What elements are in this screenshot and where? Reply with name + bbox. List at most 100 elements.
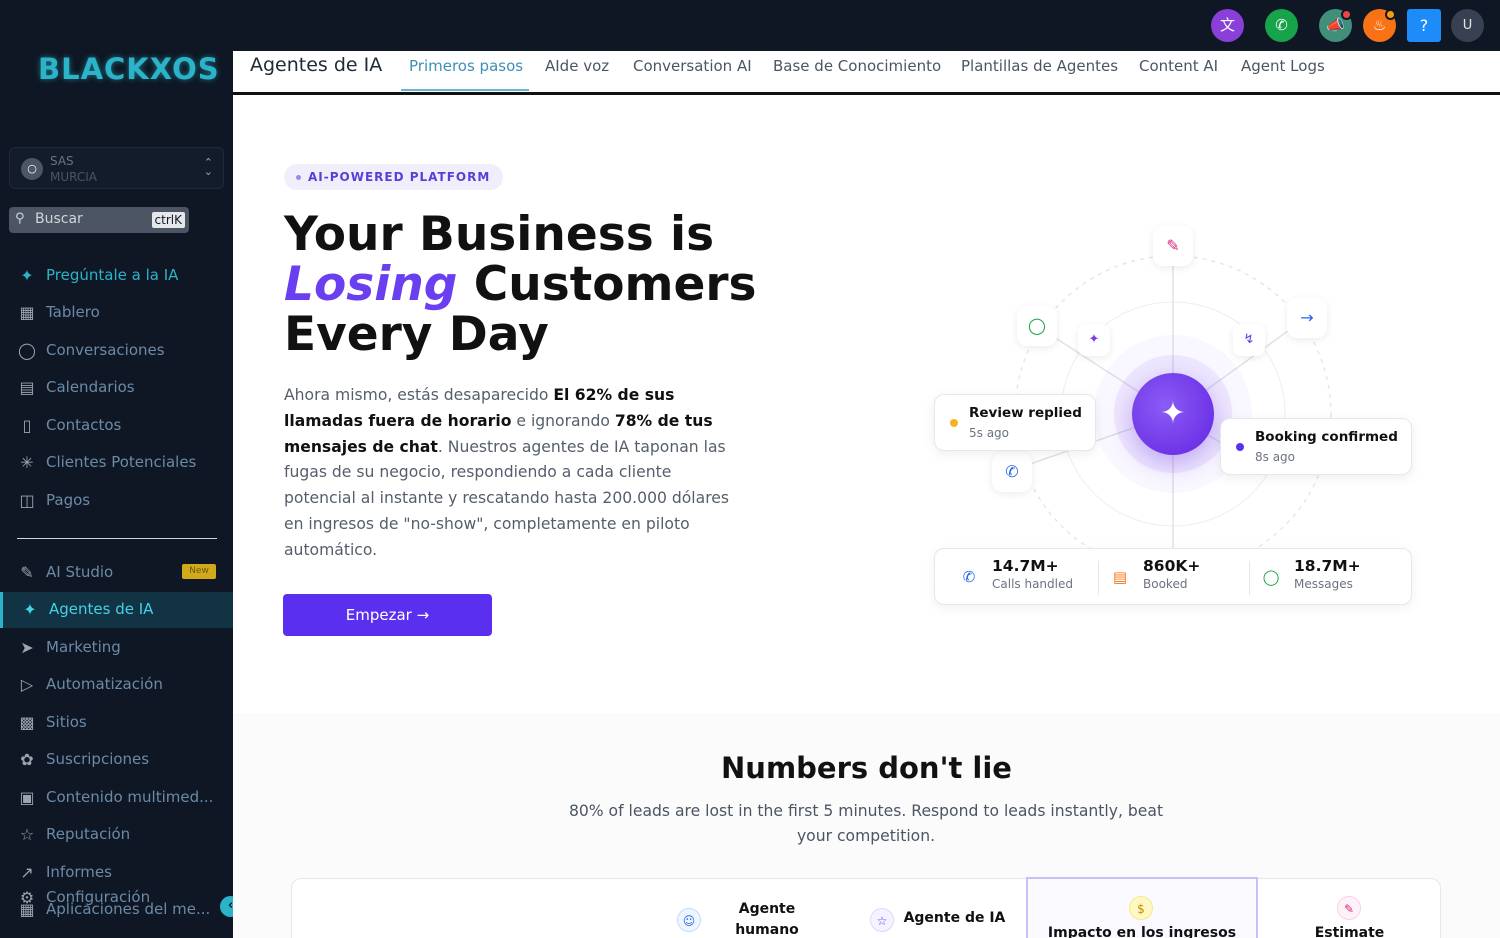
sidebar-search[interactable]: ⚲ Buscar ctrlK (9, 207, 189, 233)
sidebar-item-label: AI Studio (46, 563, 114, 581)
column-estimate: Estimate (1314, 925, 1385, 938)
sidebar-item-ask-ai[interactable]: ✦ Pregúntale a la IA (0, 258, 233, 294)
sites-icon: ▩ (19, 713, 35, 732)
tab-getting-started[interactable]: Primeros pasos (409, 57, 523, 75)
stats-bar: ✆ 14.7M+ Calls handled ▤ 860K+ Booked ◯ … (934, 548, 1412, 605)
column-human-agent: Agente humano (735, 901, 799, 938)
stat-value: 860K+ (1143, 557, 1201, 575)
trend-icon: ↗ (20, 863, 34, 882)
account-switcher[interactable]: ○ SAS MURCIA ⌃ ⌄ (9, 147, 224, 189)
agents-icon: ✦ (23, 600, 37, 619)
card-time: 5s ago (969, 426, 1010, 440)
sidebar-item-settings[interactable]: ⚙ Configuración (0, 886, 233, 907)
dollar-icon: $ (1129, 896, 1153, 920)
account-location: MURCIA (50, 170, 98, 184)
hero-title: Your Business is Losing Customers Every … (284, 210, 804, 360)
sidebar-item-payments[interactable]: ◫ Pagos (0, 483, 233, 519)
star-icon: ☆ (870, 908, 894, 932)
chevron-updown-icon: ⌃ ⌄ (203, 156, 213, 178)
help-button[interactable]: ? (1407, 9, 1441, 42)
status-dot (1236, 443, 1244, 451)
sidebar-item-label: Clientes Potenciales (46, 453, 197, 471)
sidebar-item-conversations[interactable]: ◯ Conversaciones (0, 333, 233, 369)
search-shortcut: ctrlK (151, 212, 185, 228)
tab-content-ai[interactable]: Content AI (1139, 57, 1218, 75)
platform-pill: AI-POWERED PLATFORM (284, 164, 504, 190)
sidebar: BLACKXOS ○ SAS MURCIA ⌃ ⌄ ⚲ Buscar ctrlK … (0, 0, 233, 938)
new-badge: New (182, 564, 216, 579)
active-tab-indicator (401, 89, 529, 91)
sidebar-item-leads[interactable]: ✳ Clientes Potenciales (0, 445, 233, 481)
sidebar-item-marketing[interactable]: ➤ Marketing (0, 630, 233, 666)
tab-agent-logs[interactable]: Agent Logs (1241, 57, 1325, 75)
stat-divider (1249, 561, 1250, 595)
automation-icon: ▷ (20, 675, 34, 694)
sidebar-item-calendars[interactable]: ▤ Calendarios (0, 370, 233, 406)
numbers-title: Numbers don't lie (721, 751, 1012, 785)
hero-text: Ahora mismo, estás desaparecido (284, 386, 554, 404)
status-dot (950, 419, 958, 427)
sidebar-item-sites[interactable]: ▩ Sitios (0, 705, 233, 741)
notification-dot (1385, 9, 1396, 20)
account-avatar-icon: ○ (21, 158, 43, 180)
user-avatar[interactable]: U (1451, 9, 1484, 42)
sidebar-item-automation[interactable]: ▷ Automatización (0, 667, 233, 703)
help-icon: ? (1419, 16, 1429, 35)
sidebar-item-ai-agents[interactable]: ✦ Agentes de IA (0, 592, 233, 628)
announcement-dot (1341, 9, 1352, 20)
phone-button[interactable]: ✆ (1265, 9, 1298, 42)
calendar-icon: ▤ (1112, 568, 1128, 586)
sidebar-item-label: Contactos (46, 416, 122, 434)
image-icon: ▣ (19, 788, 35, 807)
phone-icon: ✆ (962, 568, 976, 586)
sidebar-item-media[interactable]: ▣ Contenido multimed... (0, 780, 233, 816)
badge-icon: ✿ (20, 750, 34, 769)
network-icon: ✳ (20, 453, 34, 472)
sidebar-item-label: Calendarios (46, 378, 135, 396)
search-icon: ⚲ (15, 211, 25, 226)
hero-description: Ahora mismo, estás desaparecido El 62% d… (284, 383, 739, 564)
chat-icon: ◯ (18, 341, 36, 360)
tab-knowledge-base[interactable]: Base de Conocimiento (773, 57, 941, 75)
hero-title-line2: Customers (457, 257, 757, 312)
stat-value: 18.7M+ (1294, 557, 1361, 575)
pencil-node-icon: ✎ (1153, 226, 1193, 266)
sidebar-item-dashboard[interactable]: ▦ Tablero (0, 295, 233, 331)
sidebar-item-subscriptions[interactable]: ✿ Suscripciones (0, 742, 233, 778)
gear-icon: ⚙ (19, 888, 35, 907)
ai-studio-icon: ✎ (20, 563, 34, 582)
hero-title-line3: Every Day (284, 307, 549, 362)
sidebar-item-label: Configuración (46, 888, 151, 906)
wand-node-icon: ✦ (1078, 324, 1110, 356)
sidebar-item-label: Pregúntale a la IA (46, 266, 179, 284)
sidebar-item-contacts[interactable]: ▯ Contactos (0, 408, 233, 444)
tab-voice-ai[interactable]: AIde voz (545, 57, 609, 75)
account-name: SAS (50, 154, 74, 168)
numbers-section: Numbers don't lie 80% of leads are lost … (233, 713, 1500, 938)
translate-icon: 文 (1219, 16, 1235, 34)
bell-icon: ♨ (1372, 16, 1387, 34)
tab-conversation-ai[interactable]: Conversation AI (633, 57, 752, 75)
sidebar-item-label: Reputación (46, 825, 131, 843)
sparkles-icon: ✦ (20, 266, 34, 285)
pencil-icon: ✎ (1337, 896, 1361, 920)
hero-text: e ignorando (511, 411, 615, 430)
sidebar-item-ai-studio[interactable]: ✎ AI Studio New (0, 555, 233, 591)
sidebar-item-label: Suscripciones (46, 750, 150, 768)
column-ai-agent: Agente de IA (903, 910, 1006, 926)
calendar-icon: ▤ (19, 378, 35, 397)
section-tabs: Agentes de IA Primeros pasos AIde voz Co… (233, 51, 1500, 95)
translate-button[interactable]: 文 (1211, 9, 1244, 42)
get-started-button[interactable]: Empezar → (283, 594, 492, 636)
booking-confirmed-card: Booking confirmed 8s ago (1220, 418, 1412, 475)
brand-logo[interactable]: BLACKXOS (38, 52, 220, 86)
tab-agent-templates[interactable]: Plantillas de Agentes (961, 57, 1118, 75)
sidebar-item-reputation[interactable]: ☆ Reputación (0, 817, 233, 853)
card-time: 8s ago (1255, 450, 1296, 464)
review-replied-card: Review replied 5s ago (934, 394, 1096, 451)
card-title: Review replied (969, 405, 1082, 421)
stat-label: Booked (1143, 577, 1188, 591)
receipt-icon: ◫ (19, 491, 35, 510)
sidebar-item-label: Conversaciones (46, 341, 165, 359)
pill-dot (296, 175, 301, 180)
